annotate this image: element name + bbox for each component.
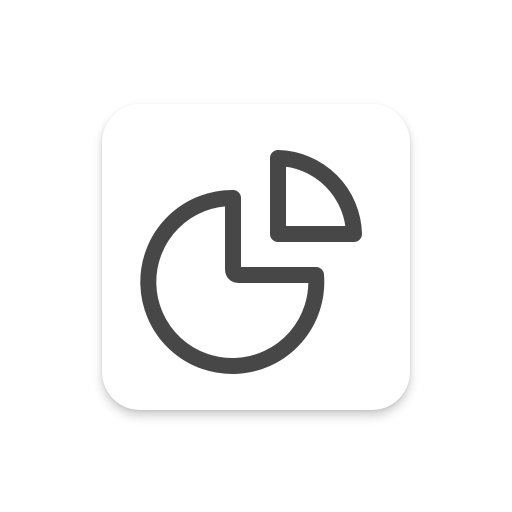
pie-chart-icon xyxy=(140,150,362,374)
app-icon-canvas xyxy=(0,0,512,512)
pie-chart-detached-slice xyxy=(270,150,362,242)
pie-chart-main-slice xyxy=(140,189,325,374)
